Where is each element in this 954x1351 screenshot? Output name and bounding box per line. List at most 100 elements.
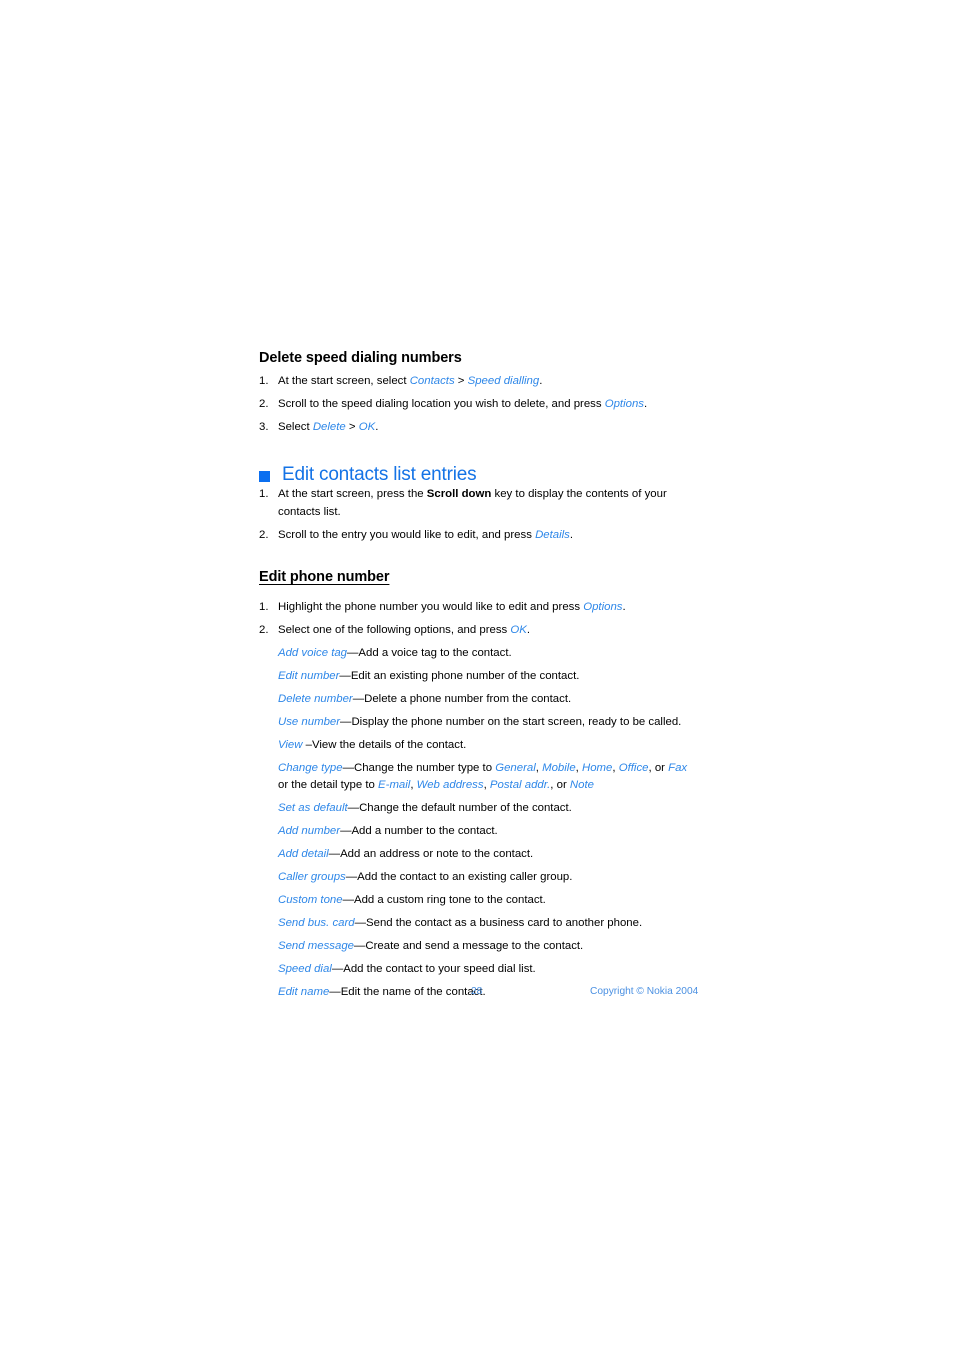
page-content: Delete speed dialing numbers 1. At the st…: [259, 349, 699, 1002]
body-text: Scroll to the speed dialing location you…: [278, 398, 605, 411]
numbered-step: 1. At the start screen, select Contacts >…: [259, 373, 699, 391]
body-text: —Add the contact to your speed dial list…: [331, 963, 536, 976]
body-text: Highlight the phone number you would lik…: [278, 600, 584, 613]
section-heading-edit-contacts-label: Edit contacts list entries: [282, 463, 477, 485]
ui-term: Add number: [278, 825, 341, 838]
body-text: –View the details of the contact.: [302, 738, 467, 751]
numbered-step: 2. Scroll to the speed dialing location y…: [259, 396, 699, 414]
steps-list-edit-phone-number: 1. Highlight the phone number you would l…: [259, 599, 699, 640]
body-text: —Add an address or note to the contact.: [328, 848, 534, 861]
body-text: .: [644, 398, 648, 411]
copyright-notice: Copyright © Nokia 2004: [590, 986, 699, 997]
body-text: —Add a number to the contact.: [340, 825, 498, 838]
option-definition-item: Change type—Change the number type to Ge…: [278, 760, 699, 795]
body-text: —Edit the name of the contact.: [329, 986, 486, 999]
option-definition-item: Add number—Add a number to the contact.: [278, 823, 699, 841]
numbered-step: 3. Select Delete > OK.: [259, 419, 699, 437]
ui-term: OK: [510, 623, 527, 636]
ui-term: View: [278, 738, 303, 751]
section-heading-delete-speed-dialing: Delete speed dialing numbers: [259, 350, 462, 366]
body-text: —Display the phone number on the start s…: [340, 715, 682, 728]
numbered-step: 1. Highlight the phone number you would l…: [259, 599, 699, 617]
option-definition-item: Speed dial—Add the contact to your speed…: [278, 961, 699, 979]
body-text: Select one of the following options, and…: [278, 623, 511, 636]
step-number: 3.: [259, 421, 269, 434]
steps-list-delete-speed-dialing: 1. At the start screen, select Contacts >…: [259, 373, 699, 437]
step-number: 2.: [259, 398, 269, 411]
option-definition-item: Set as default—Change the default number…: [278, 800, 699, 818]
step-number: 1.: [259, 375, 269, 388]
ui-term: Home: [582, 761, 613, 774]
document-page: Delete speed dialing numbers 1. At the st…: [0, 0, 954, 1351]
ui-term: Note: [569, 779, 594, 792]
body-text: —Change the default number of the contac…: [347, 802, 572, 815]
body-text: , or: [550, 779, 570, 792]
option-definition-item: Custom tone—Add a custom ring tone to th…: [278, 892, 699, 910]
option-definition-item: Use number—Display the phone number on t…: [278, 714, 699, 732]
ui-term: Speed dial: [278, 963, 332, 976]
step-number: 1.: [259, 600, 269, 613]
ui-term: Office: [618, 761, 649, 774]
body-text: .: [539, 375, 543, 388]
numbered-step: 1. At the start screen, press the Scroll …: [259, 486, 699, 521]
ui-term: Delete number: [278, 692, 353, 705]
step-number: 2.: [259, 623, 269, 636]
body-text: —Delete a phone number from the contact.: [352, 692, 572, 705]
emphasis-text: Scroll down: [426, 488, 492, 501]
ui-term: Speed dialling: [467, 375, 540, 388]
ui-term: E-mail: [378, 779, 411, 792]
body-text: Scroll to the entry you would like to ed…: [278, 528, 536, 541]
ui-term: General: [495, 761, 536, 774]
body-text: >: [345, 421, 359, 434]
steps-list-edit-contacts: 1. At the start screen, press the Scroll …: [259, 486, 699, 544]
ui-term: Delete: [312, 421, 346, 434]
body-text: .: [526, 623, 531, 636]
ui-term: Custom tone: [278, 894, 343, 907]
ui-term: Mobile: [542, 761, 576, 774]
step-number: 2.: [259, 528, 269, 541]
section-heading-edit-contacts-list-entries: Edit contacts list entries: [259, 464, 699, 487]
ui-term: Fax: [668, 761, 688, 774]
section-heading-delete-speed-dialing-wrap: Delete speed dialing numbers: [259, 349, 699, 367]
ui-term: Add detail: [278, 848, 329, 861]
ui-term: Caller groups: [278, 871, 346, 884]
filled-square-bullet-icon: [259, 470, 270, 482]
body-text: —Create and send a message to the contac…: [354, 940, 584, 953]
body-text: >: [454, 375, 468, 388]
ui-term: Set as default: [278, 802, 348, 815]
section-edit-contacts: Edit contacts list entries 1. At the star…: [259, 464, 699, 545]
page-number: 28: [471, 986, 483, 997]
ui-term: Send bus. card: [278, 917, 355, 930]
step-number: 1.: [259, 488, 269, 501]
options-definition-list: Add voice tag—Add a voice tag to the con…: [259, 645, 699, 1002]
body-text: Select: [278, 421, 313, 434]
ui-term: Postal addr.: [489, 779, 551, 792]
ui-term: Contacts: [409, 375, 455, 388]
body-text: At the start screen, select: [278, 375, 410, 388]
ui-term: Change type: [278, 761, 343, 774]
ui-term: OK: [358, 421, 376, 434]
body-text: —Send the contact as a business card to …: [354, 917, 643, 930]
option-definition-item: Add detail—Add an address or note to the…: [278, 846, 699, 864]
body-text: .: [375, 421, 379, 434]
option-definition-item: Send bus. card—Send the contact as a bus…: [278, 915, 699, 933]
body-text: —Edit an existing phone number of the co…: [339, 669, 580, 682]
ui-term: Options: [604, 398, 644, 411]
ui-term: Edit name: [278, 986, 330, 999]
ui-term: Web address: [416, 779, 484, 792]
ui-term: Add voice tag: [278, 646, 348, 659]
ui-term: Send message: [278, 940, 354, 953]
numbered-step: 2. Scroll to the entry you would like to …: [259, 527, 699, 545]
option-definition-item: Send message—Create and send a message t…: [278, 938, 699, 956]
body-text: —Change the number type to: [342, 761, 496, 774]
body-text: At the start screen, press the: [278, 488, 427, 501]
option-definition-item: Edit number—Edit an existing phone numbe…: [278, 668, 699, 686]
ui-term: Edit number: [278, 669, 340, 682]
numbered-step: 2. Select one of the following options, a…: [259, 622, 699, 640]
option-definition-item: Add voice tag—Add a voice tag to the con…: [278, 645, 699, 663]
body-text: , or: [648, 761, 669, 774]
option-definition-item: View –View the details of the contact.: [278, 737, 699, 755]
ui-term: Use number: [278, 715, 341, 728]
body-text: —Add a custom ring tone to the contact.: [342, 894, 546, 907]
option-definition-item: Delete number—Delete a phone number from…: [278, 691, 699, 709]
